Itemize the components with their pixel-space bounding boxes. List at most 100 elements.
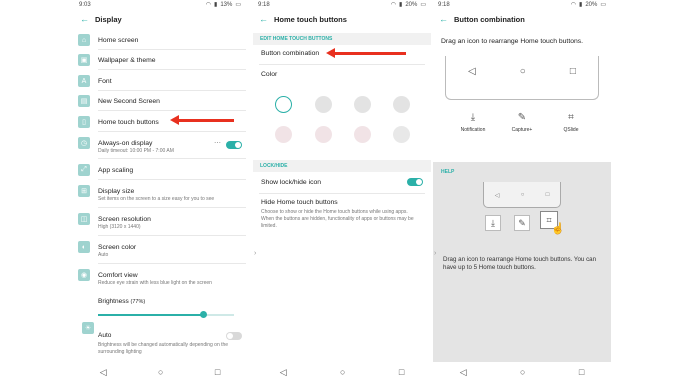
color-swatch[interactable] bbox=[393, 96, 410, 113]
back-nav-icon[interactable]: ◁ bbox=[460, 367, 467, 378]
notification-icon: ⤓ bbox=[470, 112, 476, 123]
battery-icon: ▭ bbox=[420, 2, 426, 8]
show-lock-label: Show lock/hide icon bbox=[261, 179, 322, 186]
qslide-icon: ⌗ bbox=[568, 112, 574, 123]
back-arrow-icon[interactable]: ← bbox=[80, 14, 89, 24]
section-header-edit: EDIT HOME TOUCH BUTTONS bbox=[253, 33, 431, 45]
available-button-qslide[interactable]: ⌗ QSlide bbox=[551, 112, 591, 133]
recents-nav-icon[interactable]: □ bbox=[570, 66, 576, 77]
help-capture-icon: ✎ bbox=[514, 215, 530, 231]
item-label: Screen color bbox=[98, 243, 137, 251]
illustration-nav: ◁ ○ □ bbox=[494, 192, 550, 199]
recents-nav-icon[interactable]: □ bbox=[399, 367, 404, 377]
page-title: Button combination bbox=[454, 14, 525, 24]
color-swatch[interactable] bbox=[275, 126, 292, 143]
settings-item-wallpaper[interactable]: ▣ Wallpaper & theme bbox=[78, 54, 242, 66]
auto-label: Auto bbox=[98, 332, 112, 339]
item-subtitle: Auto bbox=[98, 252, 109, 258]
item-label: Home touch buttons bbox=[98, 118, 159, 126]
scaling-icon: ⤢ bbox=[78, 164, 90, 176]
brightness-label: Brightness (77%) bbox=[98, 298, 146, 305]
color-swatch[interactable] bbox=[315, 126, 332, 143]
item-subtitle: High (3120 x 1440) bbox=[98, 224, 141, 230]
available-button-capture[interactable]: ✎ Capture+ bbox=[502, 112, 542, 133]
color-swatch[interactable] bbox=[393, 126, 410, 143]
phone-preview-frame: ◁ ○ □ bbox=[445, 56, 599, 100]
status-time: 9:03 bbox=[79, 1, 91, 8]
settings-item-font[interactable]: A Font bbox=[78, 75, 242, 87]
brightness-thumb[interactable] bbox=[199, 311, 207, 318]
font-icon: A bbox=[78, 75, 90, 87]
settings-item-second-screen[interactable]: ▤ New Second Screen bbox=[78, 95, 242, 107]
item-subtitle: Daily timeout: 10:00 PM - 7:00 AM bbox=[98, 148, 174, 154]
more-icon[interactable]: ⋯ bbox=[214, 139, 221, 147]
nav-bar: ◁ ○ □ bbox=[74, 362, 246, 382]
page-title: Display bbox=[95, 14, 122, 24]
home-touch-buttons-screen: 9:18 ◠ ▮ 20% ▭ ← Home touch buttons EDIT HO… bbox=[253, 0, 431, 382]
color-swatch-selected[interactable] bbox=[275, 96, 292, 113]
clock-icon: ◷ bbox=[78, 137, 90, 149]
home-nav-icon[interactable]: ○ bbox=[340, 367, 345, 377]
settings-item-app-scaling[interactable]: ⤢ App scaling bbox=[78, 164, 242, 176]
help-panel: HELP ◁ ○ □ ⤓ ✎ ⌗ ☝ Drag an icon to rearran… bbox=[433, 162, 611, 362]
brightness-value: (77%) bbox=[130, 299, 146, 305]
item-label: Font bbox=[98, 77, 112, 85]
available-button-notification[interactable]: ⤓ Notification bbox=[453, 112, 493, 133]
battery-level: 13% bbox=[220, 1, 233, 8]
home-nav-icon[interactable]: ○ bbox=[520, 66, 526, 77]
battery-icon: ▭ bbox=[600, 2, 606, 8]
preview-nav-buttons[interactable]: ◁ ○ □ bbox=[446, 66, 598, 77]
title-bar: ← Display bbox=[74, 9, 246, 29]
battery-icon: ▭ bbox=[235, 2, 241, 8]
signal-icon: ▮ bbox=[214, 2, 218, 8]
brightness-slider[interactable] bbox=[98, 311, 234, 318]
hide-buttons-title[interactable]: Hide Home touch buttons bbox=[261, 199, 338, 206]
color-swatch[interactable] bbox=[354, 96, 371, 113]
always-on-toggle[interactable] bbox=[226, 141, 242, 149]
item-label: Home screen bbox=[98, 36, 139, 44]
second-screen-icon: ▤ bbox=[78, 95, 90, 107]
show-lock-toggle[interactable] bbox=[407, 178, 423, 186]
section-header-lock-hide: LOCK/HIDE bbox=[253, 160, 431, 172]
item-subtitle: Set items on the screen to a size easy f… bbox=[98, 196, 215, 202]
settings-item-home-touch-buttons[interactable]: ▯ Home touch buttons bbox=[78, 116, 242, 128]
button-combination-item[interactable]: Button combination bbox=[261, 50, 319, 57]
help-label: HELP bbox=[441, 169, 455, 175]
back-arrow-icon[interactable]: ← bbox=[259, 14, 268, 24]
back-arrow-icon[interactable]: ← bbox=[439, 14, 448, 24]
nav-bar: ◁ ○ □ bbox=[253, 362, 431, 382]
recents-nav-icon[interactable]: □ bbox=[215, 367, 220, 377]
capture-icon: ✎ bbox=[517, 112, 527, 123]
help-phone-illustration: ◁ ○ □ bbox=[483, 182, 561, 208]
battery-level: 20% bbox=[405, 1, 418, 8]
wallpaper-icon: ▣ bbox=[78, 54, 90, 66]
instruction-text: Drag an icon to rearrange Home touch but… bbox=[441, 38, 584, 45]
home-nav-icon[interactable]: ○ bbox=[158, 367, 163, 377]
home-nav-icon[interactable]: ○ bbox=[520, 367, 525, 377]
status-bar: 9:18 ◠ ▮ 20% ▭ bbox=[253, 0, 431, 9]
touch-buttons-icon: ▯ bbox=[78, 116, 90, 128]
hand-pointer-icon: ☝ bbox=[551, 223, 565, 235]
auto-brightness-toggle[interactable] bbox=[226, 332, 242, 340]
color-swatch[interactable] bbox=[354, 126, 371, 143]
item-label: New Second Screen bbox=[98, 97, 160, 105]
eye-icon: ◉ bbox=[78, 269, 90, 281]
settings-item-home-screen[interactable]: ⌂ Home screen bbox=[78, 34, 242, 46]
back-nav-icon[interactable]: ◁ bbox=[280, 367, 287, 378]
status-time: 9:18 bbox=[258, 1, 270, 8]
chevron-right-icon: › bbox=[434, 250, 437, 257]
recents-nav-icon[interactable]: □ bbox=[579, 367, 584, 377]
wifi-icon: ◠ bbox=[390, 2, 396, 8]
back-nav-icon[interactable]: ◁ bbox=[468, 66, 476, 77]
brightness-fill bbox=[98, 314, 203, 316]
screenshot-collage: 9:03 ◠ ▮ 13% ▭ ← Display ⌂ Home screen ▣ Wa… bbox=[0, 0, 680, 382]
back-nav-icon[interactable]: ◁ bbox=[100, 367, 107, 378]
status-bar: 9:18 ◠ ▮ 20% ▭ bbox=[433, 0, 611, 9]
home-icon: ⌂ bbox=[78, 34, 90, 46]
display-settings-screen: 9:03 ◠ ▮ 13% ▭ ← Display ⌂ Home screen ▣ Wa… bbox=[74, 0, 246, 382]
chevron-right-icon: › bbox=[254, 250, 257, 257]
help-text: Drag an icon to rearrange Home touch but… bbox=[443, 256, 597, 272]
color-swatch[interactable] bbox=[315, 96, 332, 113]
item-label: Comfort view bbox=[98, 271, 138, 279]
item-label: Always-on display bbox=[98, 139, 153, 147]
